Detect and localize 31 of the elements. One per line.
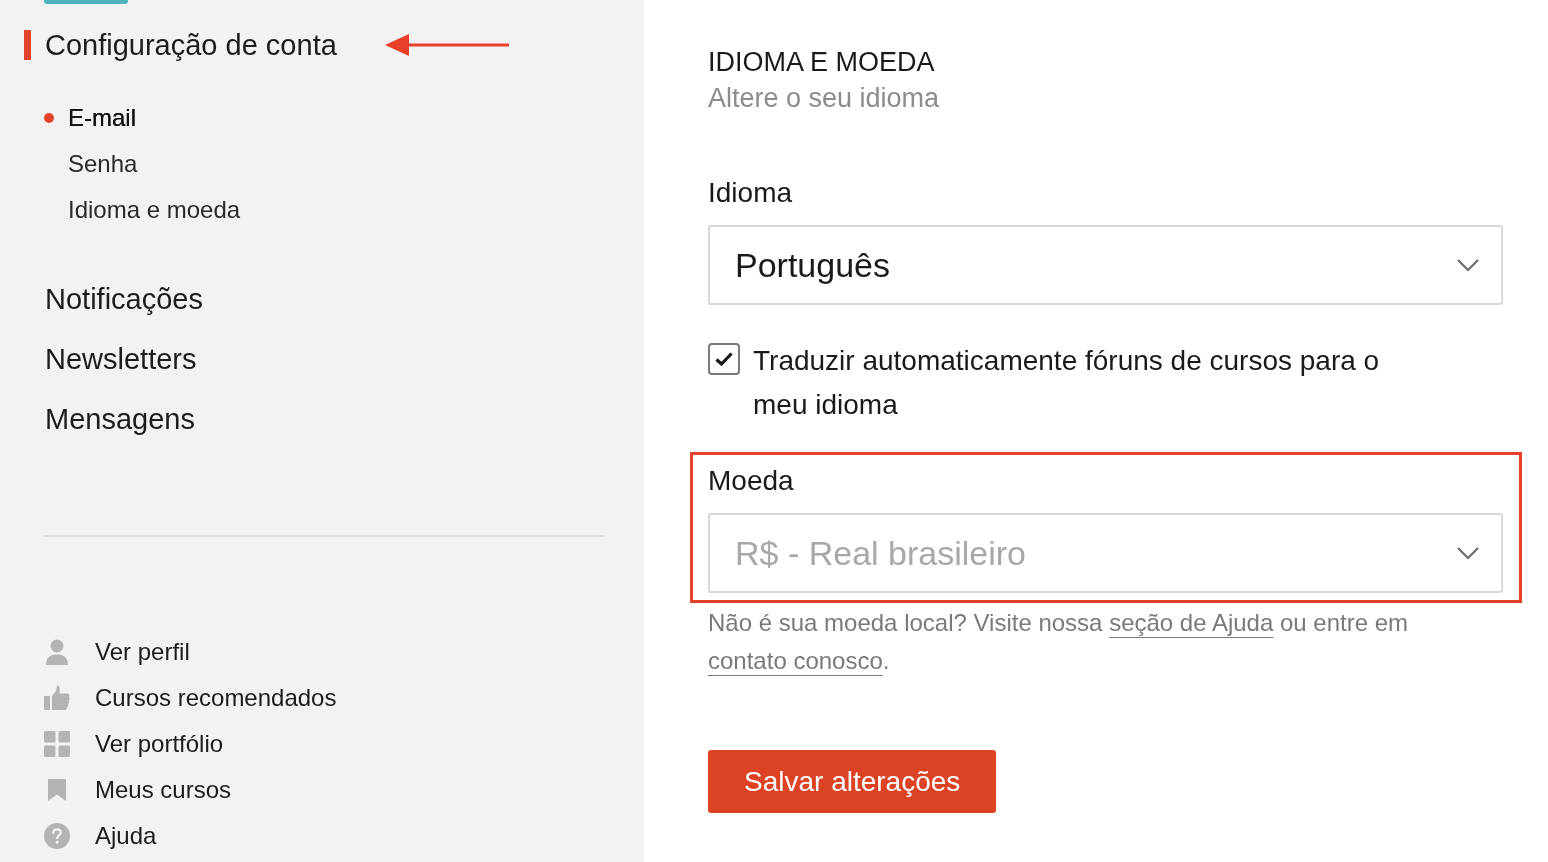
thumbs-up-icon [44, 685, 70, 711]
help-icon [44, 823, 70, 849]
section-link[interactable]: Newsletters [45, 329, 197, 389]
check-icon [715, 352, 733, 366]
section-link[interactable]: Configuração de conta [45, 15, 337, 75]
field-label: Idioma [708, 176, 793, 210]
sidebar-link[interactable]: Cursos recomendados [95, 675, 337, 721]
help-text: Não é sua moeda local? Visite nossa seção de Ajuda ou entre em contato conosco. [708, 608, 1410, 676]
checkbox[interactable] [708, 343, 740, 375]
subsection-link[interactable]: Senha [68, 141, 138, 187]
sidebar-link[interactable]: Ver portfólio [95, 721, 224, 767]
subsection-link[interactable]: E-mail [68, 95, 136, 141]
section-subtitle: Altere o seu idioma [708, 82, 940, 115]
sidebar-link[interactable]: Ver perfil [95, 629, 190, 675]
chevron-down-icon [1457, 259, 1479, 271]
checkbox-label: Traduzir automaticamente fóruns de cursos para o meu idioma [753, 344, 1381, 422]
section-link[interactable]: Mensagens [45, 389, 195, 449]
language-select[interactable]: Português [708, 225, 1503, 305]
subsection-link[interactable]: Idioma e moeda [68, 187, 241, 233]
section-title: IDIOMA E MOEDA [708, 46, 935, 79]
sidebar-link[interactable]: Ajuda [95, 813, 157, 859]
help-link[interactable]: seção de Ajuda [1109, 609, 1274, 636]
field-label: Moeda [708, 464, 795, 498]
bookmark-icon [48, 779, 66, 801]
sidebar-link[interactable]: Meus cursos [95, 767, 232, 813]
save-button[interactable]: Salvar alterações [708, 750, 997, 813]
chevron-down-icon [1457, 547, 1479, 559]
person-icon [44, 639, 70, 665]
grid-icon [44, 731, 70, 757]
help-link[interactable]: contato conosco [708, 647, 883, 674]
section-link[interactable]: Notificações [45, 269, 203, 329]
